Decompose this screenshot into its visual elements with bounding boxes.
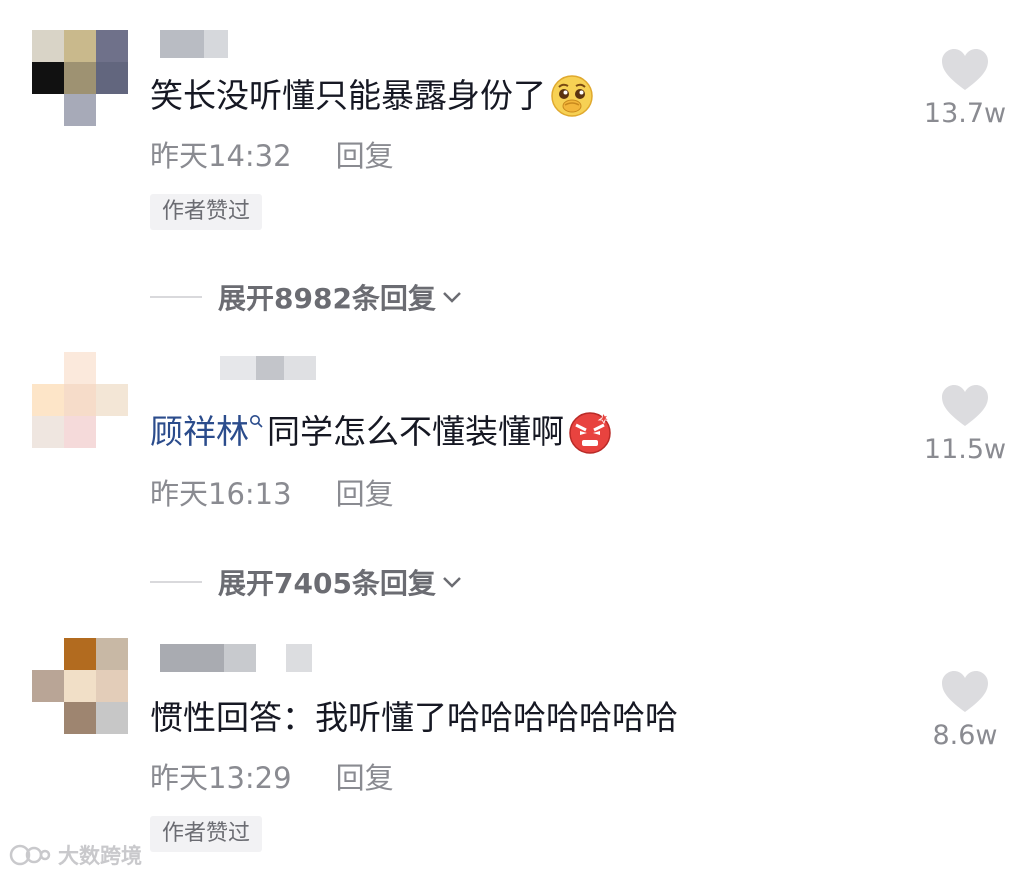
divider-line <box>150 581 202 583</box>
reply-button[interactable]: 回复 <box>336 139 394 173</box>
like-count: 11.5w <box>923 434 1007 465</box>
watermark: 大数跨境 <box>8 840 142 870</box>
comment-meta: 昨天13:29 回复 <box>150 758 394 798</box>
heart-icon[interactable] <box>940 48 990 92</box>
chevron-down-icon <box>443 292 461 303</box>
username-blurred[interactable] <box>220 356 316 384</box>
comment-time: 昨天13:29 <box>150 761 292 795</box>
comment-text: 顾祥林 同学怎么不懂装懂啊 <box>150 410 612 454</box>
comment-body: 惯性回答：我听懂了哈哈哈哈哈哈哈 <box>150 698 678 737</box>
like-button[interactable]: 11.5w <box>910 384 1020 466</box>
expand-replies-label: 展开7405条回复 <box>218 567 436 600</box>
heart-icon[interactable] <box>940 384 990 428</box>
username-blurred[interactable] <box>160 644 312 672</box>
reply-button[interactable]: 回复 <box>336 761 394 795</box>
like-button[interactable]: 8.6w <box>910 670 1020 752</box>
comment-text: 惯性回答：我听懂了哈哈哈哈哈哈哈 <box>150 696 678 740</box>
comment-time: 昨天16:13 <box>150 477 292 511</box>
watermark-text: 大数跨境 <box>58 844 142 868</box>
comment-body: 笑长没听懂只能暴露身份了 <box>150 76 546 115</box>
angry-face-icon <box>569 411 611 454</box>
search-icon <box>250 415 263 428</box>
heart-icon[interactable] <box>940 670 990 714</box>
comment-time: 昨天14:32 <box>150 139 292 173</box>
expand-replies-button[interactable]: 展开7405条回复 <box>150 562 464 602</box>
mention-link[interactable]: 顾祥林 <box>150 412 249 451</box>
like-count: 8.6w <box>932 720 998 751</box>
expand-replies-label: 展开8982条回复 <box>218 282 436 315</box>
like-button[interactable]: 13.7w <box>910 48 1020 130</box>
chevron-down-icon <box>443 577 461 588</box>
comment-body: 同学怎么不懂装懂啊 <box>267 412 564 451</box>
comment-text: 笑长没听懂只能暴露身份了 <box>150 74 594 118</box>
avatar[interactable] <box>32 352 128 448</box>
username-blurred[interactable] <box>160 30 228 58</box>
author-liked-badge: 作者赞过 <box>150 194 263 230</box>
divider-line <box>150 296 202 298</box>
wechat-logo-icon <box>9 844 51 866</box>
pleading-face-icon <box>551 75 593 117</box>
avatar[interactable] <box>32 638 128 734</box>
expand-replies-button[interactable]: 展开8982条回复 <box>150 277 464 317</box>
comment-meta: 昨天14:32 回复 <box>150 136 394 176</box>
author-liked-badge: 作者赞过 <box>150 816 263 852</box>
comment-meta: 昨天16:13 回复 <box>150 474 394 514</box>
avatar[interactable] <box>32 30 128 126</box>
like-count: 13.7w <box>923 98 1007 129</box>
reply-button[interactable]: 回复 <box>336 477 394 511</box>
